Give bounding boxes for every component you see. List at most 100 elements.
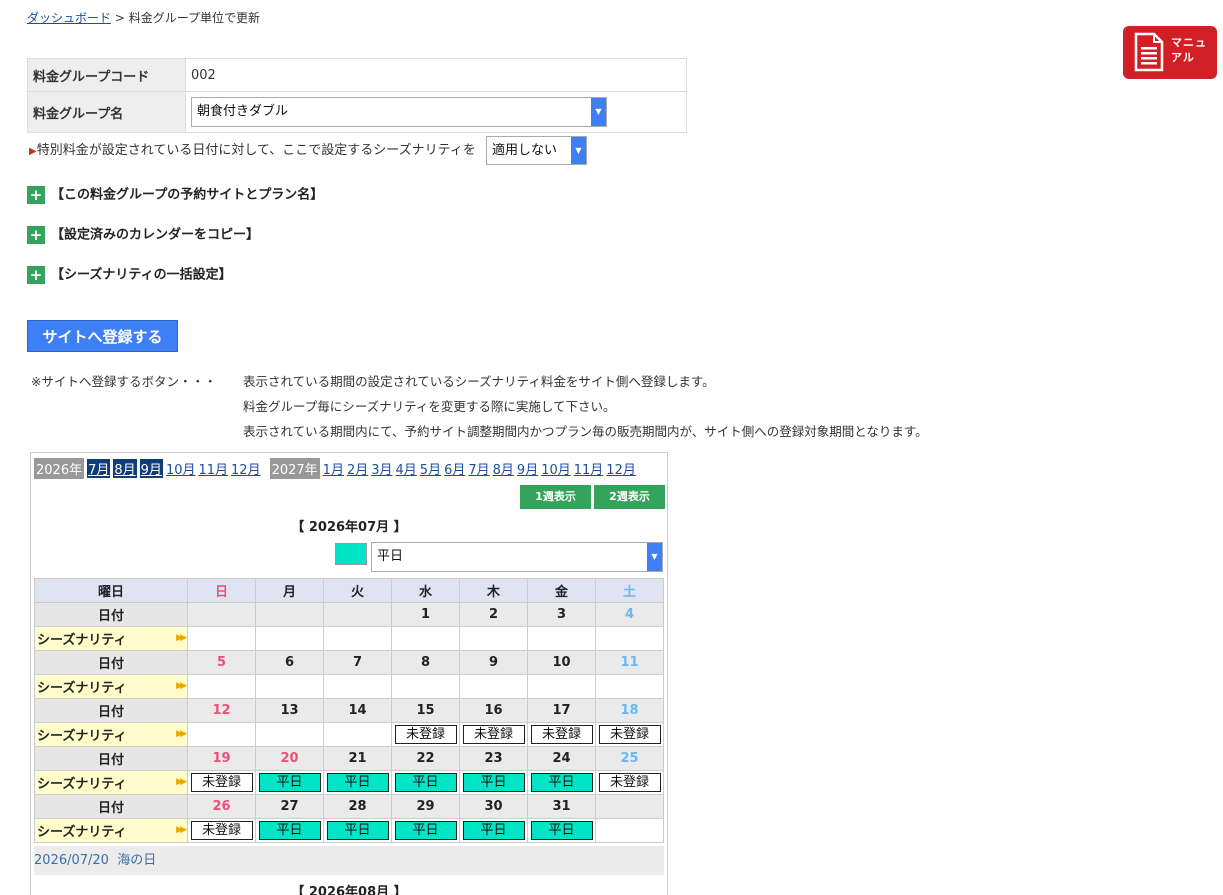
date-row: 日付 26 27 28 29 30 31 xyxy=(34,794,664,819)
breadcrumb-dashboard-link[interactable]: ダッシュボード xyxy=(27,11,111,25)
seasonality-cell[interactable] xyxy=(323,626,392,651)
month-link-2027-03[interactable]: 3月 xyxy=(371,459,392,478)
double-arrow-icon[interactable]: ▶▶ xyxy=(176,633,187,643)
name-label: 料金グループ名 xyxy=(27,91,186,133)
month-link-2027-08[interactable]: 8月 xyxy=(493,459,514,478)
month-link-2027-05[interactable]: 5月 xyxy=(420,459,441,478)
date-cell: 21 xyxy=(323,746,392,771)
date-cell: 27 xyxy=(255,794,324,819)
month-link-2027-11[interactable]: 11月 xyxy=(574,459,604,478)
seasonality-cell[interactable]: 平日 xyxy=(323,818,392,843)
one-week-view-button[interactable]: 1週表示 xyxy=(520,485,591,509)
seasonality-cell[interactable] xyxy=(255,626,324,651)
seasonality-cell[interactable] xyxy=(255,674,324,699)
seasonality-cell[interactable] xyxy=(527,626,596,651)
seasonality-cell[interactable] xyxy=(595,818,664,843)
seasonality-cell[interactable]: 平日 xyxy=(255,770,324,795)
seasonality-cell[interactable] xyxy=(323,722,392,747)
seasonality-cell[interactable] xyxy=(459,674,528,699)
seasonality-cell[interactable] xyxy=(459,626,528,651)
rate-group-select[interactable]: 朝食付きダブル ▼ xyxy=(191,97,607,127)
month-link-2027-12[interactable]: 12月 xyxy=(606,459,636,478)
register-to-site-button[interactable]: サイトへ登録する xyxy=(27,320,178,352)
plus-icon: + xyxy=(27,266,45,284)
double-arrow-icon[interactable]: ▶▶ xyxy=(176,825,187,835)
seasonality-cell[interactable]: 未登録 xyxy=(595,722,664,747)
seasonality-cell[interactable] xyxy=(595,674,664,699)
seasonality-select[interactable]: 平日 ▼ xyxy=(371,542,663,572)
seasonality-chip[interactable]: 平日 xyxy=(394,773,457,792)
seasonality-cell[interactable] xyxy=(187,722,256,747)
seasonality-chip[interactable]: 平日 xyxy=(326,773,389,792)
accordion-site-plans[interactable]: + 【この料金グループの予約サイトとプラン名】 xyxy=(27,186,323,204)
month-link-2026-07[interactable]: 7月 xyxy=(87,459,111,478)
accordion-copy-calendar[interactable]: + 【設定済みのカレンダーをコピー】 xyxy=(27,226,259,244)
manual-button[interactable]: マニュ アル xyxy=(1123,26,1217,79)
seasonality-cell[interactable]: 平日 xyxy=(459,770,528,795)
seasonality-chip[interactable]: 平日 xyxy=(530,773,593,792)
seasonality-chip[interactable]: 未登録 xyxy=(190,821,253,840)
breadcrumb-current: 料金グループ単位で更新 xyxy=(128,11,261,25)
seasonality-chip[interactable]: 平日 xyxy=(394,821,457,840)
seasonality-cell[interactable]: 未登録 xyxy=(595,770,664,795)
month-link-2027-09[interactable]: 9月 xyxy=(517,459,538,478)
seasonality-cell[interactable] xyxy=(323,674,392,699)
seasonality-cell[interactable]: 平日 xyxy=(391,818,460,843)
month-navigation: 2026年 7月 8月 9月 10月 11月 12月 2027年 1月 2月 3月 4月 5月 6月 7月 8… xyxy=(34,458,639,479)
seasonality-chip[interactable]: 未登録 xyxy=(530,725,593,744)
seasonality-cell[interactable] xyxy=(255,722,324,747)
month-link-2026-09[interactable]: 9月 xyxy=(139,459,163,478)
month-link-2026-08[interactable]: 8月 xyxy=(113,459,137,478)
accordion-bulk-seasonality[interactable]: + 【シーズナリティの一括設定】 xyxy=(27,266,232,284)
seasonality-cell[interactable]: 未登録 xyxy=(187,818,256,843)
date-cell xyxy=(323,602,392,627)
month-link-2026-12[interactable]: 12月 xyxy=(231,459,261,478)
seasonality-cell[interactable]: 未登録 xyxy=(459,722,528,747)
seasonality-cell[interactable]: 平日 xyxy=(255,818,324,843)
seasonality-chip[interactable]: 平日 xyxy=(258,773,321,792)
seasonality-chip[interactable]: 未登録 xyxy=(394,725,457,744)
weekday-header-row: 曜日 日 月 火 水 木 金 土 xyxy=(34,578,664,603)
date-cell: 15 xyxy=(391,698,460,723)
double-arrow-icon[interactable]: ▶▶ xyxy=(176,777,187,787)
special-rate-select[interactable]: 適用しない ▼ xyxy=(485,136,587,165)
seasonality-cell[interactable] xyxy=(187,626,256,651)
month-link-2026-10[interactable]: 10月 xyxy=(166,459,196,478)
seasonality-cell[interactable]: 未登録 xyxy=(391,722,460,747)
seasonality-cell[interactable] xyxy=(391,626,460,651)
seasonality-cell[interactable] xyxy=(187,674,256,699)
month-link-2027-01[interactable]: 1月 xyxy=(323,459,344,478)
double-arrow-icon[interactable]: ▶▶ xyxy=(176,729,187,739)
seasonality-chip[interactable]: 未登録 xyxy=(462,725,525,744)
seasonality-cell[interactable]: 平日 xyxy=(527,770,596,795)
seasonality-cell[interactable] xyxy=(595,626,664,651)
double-arrow-icon[interactable]: ▶▶ xyxy=(176,681,187,691)
date-cell: 28 xyxy=(323,794,392,819)
month-link-2027-07[interactable]: 7月 xyxy=(468,459,489,478)
seasonality-cell[interactable] xyxy=(527,674,596,699)
date-cell: 7 xyxy=(323,650,392,675)
month-link-2026-11[interactable]: 11月 xyxy=(198,459,228,478)
month-link-2027-06[interactable]: 6月 xyxy=(444,459,465,478)
accordion-label: 【設定済みのカレンダーをコピー】 xyxy=(51,227,260,243)
seasonality-cell[interactable]: 平日 xyxy=(323,770,392,795)
seasonality-chip[interactable]: 未登録 xyxy=(598,725,661,744)
seasonality-chip[interactable]: 平日 xyxy=(462,821,525,840)
seasonality-cell[interactable]: 未登録 xyxy=(527,722,596,747)
month-link-2027-02[interactable]: 2月 xyxy=(347,459,368,478)
seasonality-chip[interactable]: 平日 xyxy=(462,773,525,792)
breadcrumb-separator: > xyxy=(114,11,125,25)
seasonality-cell[interactable]: 平日 xyxy=(391,770,460,795)
seasonality-cell[interactable]: 未登録 xyxy=(187,770,256,795)
seasonality-chip[interactable]: 未登録 xyxy=(598,773,661,792)
seasonality-chip[interactable]: 平日 xyxy=(530,821,593,840)
seasonality-cell[interactable] xyxy=(391,674,460,699)
seasonality-chip[interactable]: 平日 xyxy=(326,821,389,840)
month-link-2027-10[interactable]: 10月 xyxy=(541,459,571,478)
seasonality-cell[interactable]: 平日 xyxy=(527,818,596,843)
seasonality-cell[interactable]: 平日 xyxy=(459,818,528,843)
two-week-view-button[interactable]: 2週表示 xyxy=(594,485,665,509)
seasonality-chip[interactable]: 平日 xyxy=(258,821,321,840)
seasonality-chip[interactable]: 未登録 xyxy=(190,773,253,792)
month-link-2027-04[interactable]: 4月 xyxy=(396,459,417,478)
